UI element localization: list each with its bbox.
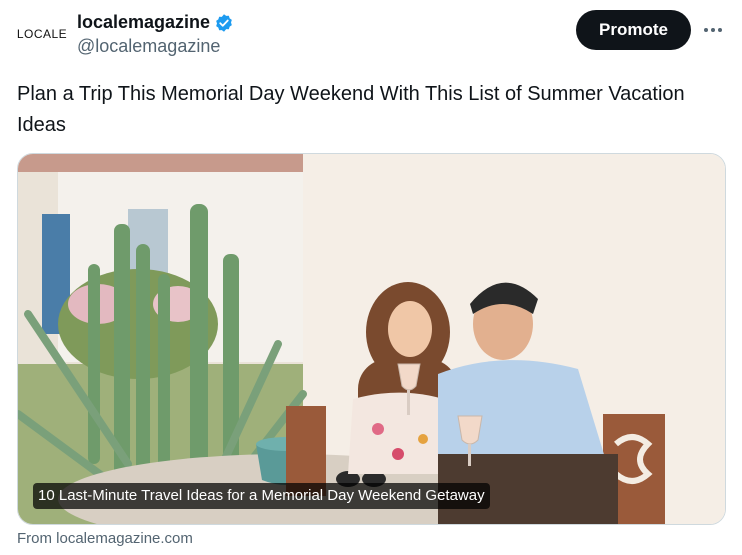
verified-badge-icon (216, 13, 232, 32)
tweet-text: Plan a Trip This Memorial Day Weekend Wi… (17, 83, 685, 136)
card-image-caption: 10 Last-Minute Travel Ideas for a Memori… (33, 483, 490, 509)
account-handle[interactable]: @localemagazine (77, 36, 234, 57)
card-source-link[interactable]: From localemagazine.com (17, 530, 193, 547)
display-name[interactable]: localemagazine (77, 12, 210, 33)
link-card[interactable]: 10 Last-Minute Travel Ideas for a Memori… (17, 153, 726, 525)
more-options-button[interactable] (700, 18, 726, 42)
card-image (18, 154, 725, 524)
more-dots-icon (704, 28, 722, 32)
promote-button[interactable]: Promote (576, 10, 691, 50)
logo-text: LOCALE (16, 27, 68, 41)
account-avatar[interactable]: LOCALE (16, 12, 68, 56)
account-names: localemagazine @localemagazine (77, 12, 234, 57)
